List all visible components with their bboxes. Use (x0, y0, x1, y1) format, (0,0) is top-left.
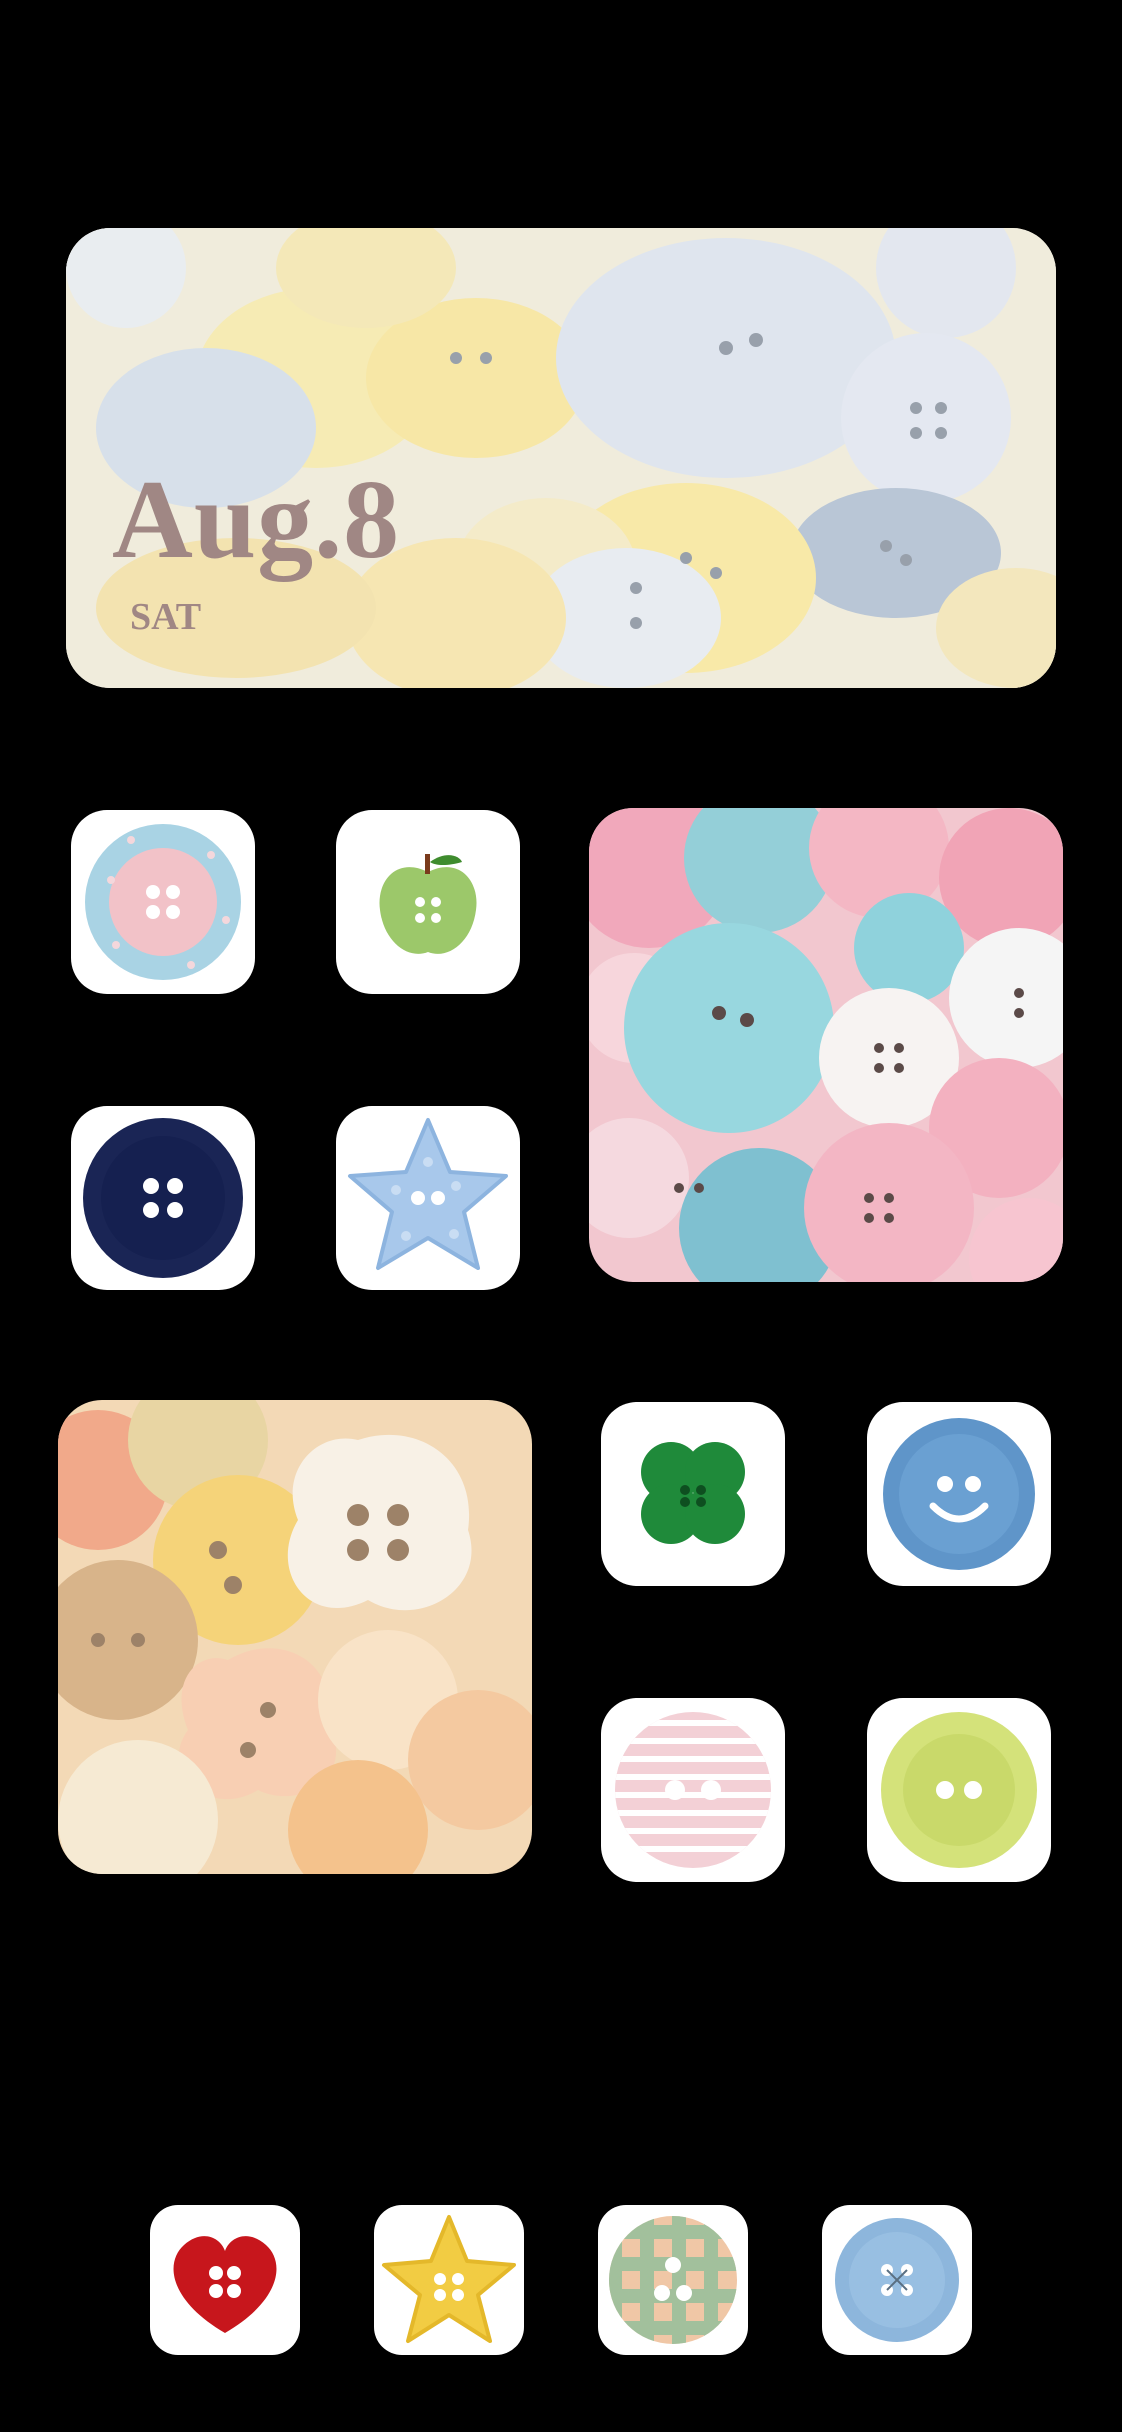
dock-icon-gingham[interactable] (598, 2205, 748, 2355)
red-heart-button-icon (173, 2236, 277, 2333)
navy-button-icon (83, 1118, 243, 1278)
green-apple-button-icon (379, 854, 477, 954)
yellow-buttons-photo (58, 1400, 532, 1874)
yellow-star-button-icon (382, 2215, 516, 2343)
weekday-text: SAT (130, 596, 202, 638)
app-icon-navy-button[interactable] (71, 1106, 255, 1290)
pink-polka-button-icon (85, 824, 241, 980)
blue-star-button-icon (348, 1118, 508, 1270)
green-clover-button-icon (641, 1442, 745, 1544)
app-icon-green-apple[interactable] (336, 810, 520, 994)
date-text: Aug.8 (112, 458, 401, 582)
dock-icon-red-heart[interactable] (150, 2205, 300, 2355)
date-widget[interactable]: Aug.8 SAT (66, 228, 1056, 688)
app-icon-pink-button[interactable] (71, 810, 255, 994)
pastel-buttons-photo (589, 808, 1063, 1282)
blue-smiley-button-icon (883, 1418, 1035, 1570)
light-blue-button-icon (835, 2218, 959, 2342)
photo-widget-yellow-buttons[interactable] (58, 1400, 532, 1874)
app-icon-green-clover[interactable] (601, 1402, 785, 1586)
app-icon-blue-star[interactable] (336, 1106, 520, 1290)
app-icon-lime-button[interactable] (867, 1698, 1051, 1882)
dock-icon-yellow-star[interactable] (374, 2205, 524, 2355)
gingham-button-icon (609, 2216, 737, 2344)
dock-icon-light-blue[interactable] (822, 2205, 972, 2355)
app-icon-pink-striped[interactable] (601, 1698, 785, 1882)
app-icon-blue-smiley[interactable] (867, 1402, 1051, 1586)
photo-widget-pastel-buttons[interactable] (589, 808, 1063, 1282)
pink-striped-button-icon (615, 1712, 771, 1868)
lime-button-icon (881, 1712, 1037, 1868)
